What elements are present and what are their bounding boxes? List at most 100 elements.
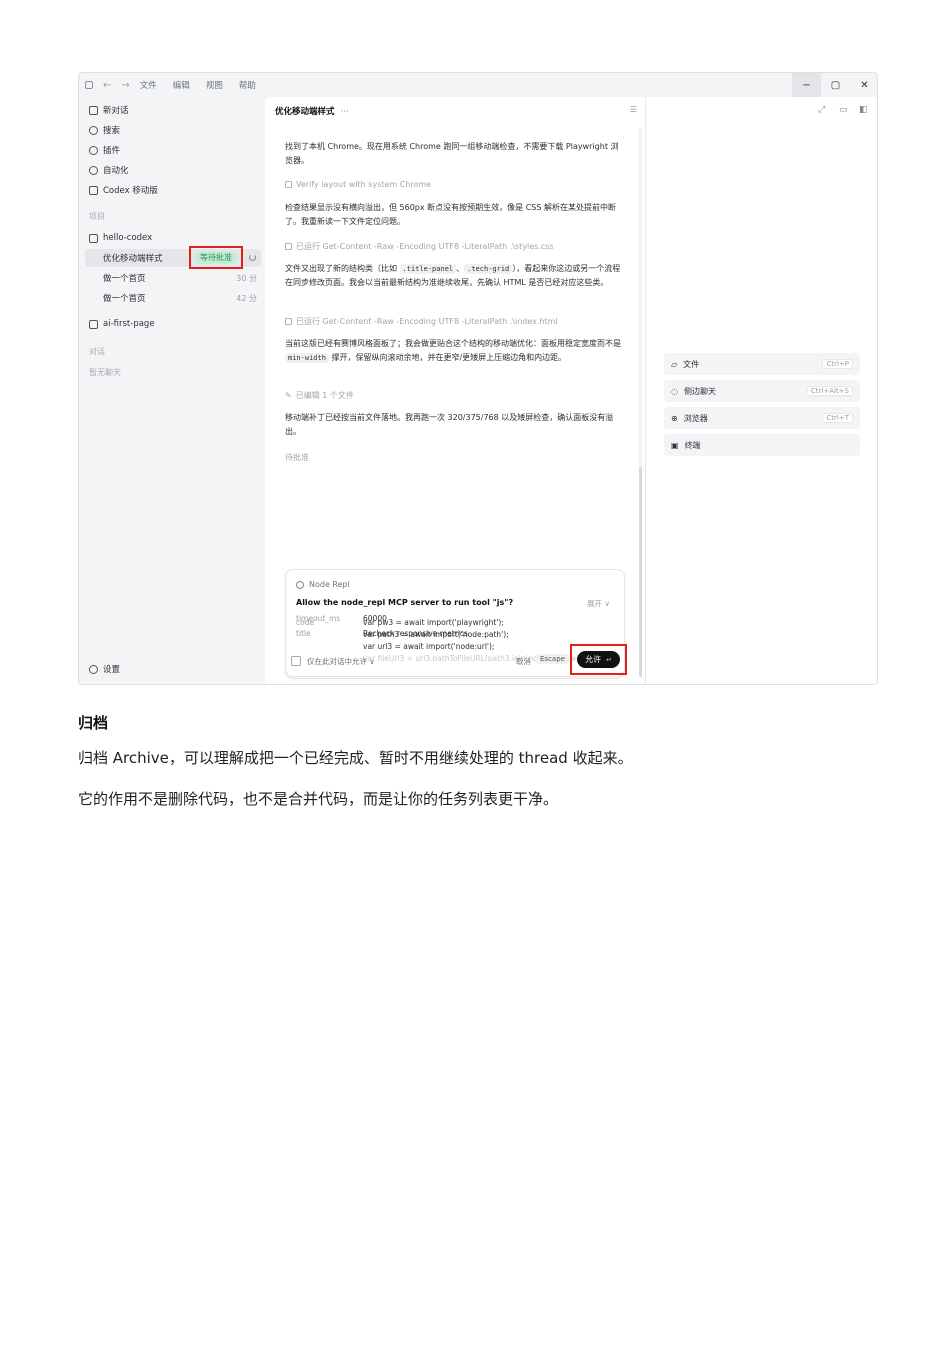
tool-call-label: 已运行 Get-Content -Raw -Encoding UTF8 -Lit…	[296, 317, 558, 326]
edit-icon	[89, 105, 98, 115]
thread-item[interactable]: 做一个首页 30 分	[85, 269, 261, 287]
tool-call[interactable]: Verify layout with system Chrome	[285, 180, 431, 189]
close-button[interactable]: ✕	[850, 73, 877, 97]
thread-age: 30 分	[236, 273, 257, 283]
app-screenshot: ← → 文件 编辑 视图 帮助 − ▢ ✕ 新对话 搜索 插件 自动化 Code…	[78, 72, 878, 685]
sidebar-item-label: Codex 移动版	[103, 186, 158, 196]
tool-call[interactable]: 已运行 Get-Content -Raw -Encoding UTF8 -Lit…	[285, 241, 554, 252]
folder-icon	[89, 319, 98, 329]
allow-button[interactable]: 允许 ↵	[577, 651, 620, 668]
timeout-label: timeout_ms	[296, 614, 341, 623]
title-value: Recheck responsive metrics	[363, 629, 468, 638]
right-panel: ⤢ ▭ ◧ ▱ 文件 Ctrl+P ◌ 侧边聊天 Ctrl+Alt+S ⊕ 浏览…	[646, 97, 877, 684]
shortcut-hint: Ctrl+P	[822, 359, 853, 369]
paragraph: 归档 Archive，可以理解成把一个已经完成、暂时不用继续处理的 thread…	[78, 749, 633, 767]
project-hello-codex[interactable]: hello-codex	[89, 230, 152, 246]
chat-scrollbar[interactable]	[639, 127, 642, 677]
approval-question: Allow the node_repl MCP server to run to…	[296, 598, 514, 607]
panel-item-label: 终端	[684, 440, 701, 450]
more-options-icon[interactable]: ···	[341, 107, 349, 117]
split-view-icon[interactable]: ◧	[859, 105, 868, 115]
assistant-message: 当前这版已经有赛博风格面板了；我会做更贴合这个结构的移动端优化：面板用稳定宽度而…	[285, 337, 625, 365]
assistant-message: 移动端补丁已经按当前文件落地。我再跑一次 320/375/768 以及矮屏检查，…	[285, 413, 614, 436]
panel-side-chat[interactable]: ◌ 侧边聊天 Ctrl+Alt+S	[664, 380, 860, 402]
chat-bubble-icon: ◌	[671, 386, 678, 396]
project-label: hello-codex	[103, 233, 153, 243]
terminal-icon	[285, 243, 292, 250]
allow-button-highlight: 允许 ↵	[570, 644, 627, 675]
title-bar: ← → 文件 编辑 视图 帮助 − ▢ ✕	[79, 73, 877, 97]
sidebar-item-label: 搜索	[103, 126, 121, 136]
no-chats-text: 暂无聊天	[89, 368, 121, 377]
thread-title: 优化移动端样式	[103, 254, 163, 264]
thread-item[interactable]: 做一个首页 42 分	[85, 289, 261, 307]
chats-label: 对话	[89, 347, 105, 356]
back-arrow-icon[interactable]: ←	[103, 80, 111, 91]
tool-call[interactable]: 已运行 Get-Content -Raw -Encoding UTF8 -Lit…	[285, 316, 558, 327]
minimize-button[interactable]: −	[792, 73, 821, 97]
panel-item-label: 侧边聊天	[683, 386, 716, 396]
search-icon	[89, 125, 98, 135]
inline-code: .title-panel	[399, 264, 457, 274]
menu-view[interactable]: 视图	[206, 79, 223, 91]
project-label: ai-first-page	[103, 319, 155, 329]
section-heading: 归档	[78, 714, 109, 732]
loading-spinner-icon	[249, 254, 256, 261]
allow-button-label: 允许	[585, 655, 602, 664]
settings-button[interactable]: 设置	[89, 661, 120, 677]
panel-browser[interactable]: ⊕ 浏览器 Ctrl+T	[664, 407, 860, 429]
chat-panel-icon[interactable]: ▭	[839, 105, 848, 115]
sidebar-item-label: 插件	[103, 146, 121, 156]
status-badge: 等待批准	[195, 251, 237, 264]
panel-terminal[interactable]: ▣ 终端	[664, 434, 860, 456]
sidebar: 新对话 搜索 插件 自动化 Codex 移动版 项目 hello-codex 优…	[79, 97, 265, 684]
sidebar-item-plugins[interactable]: 插件	[89, 142, 120, 158]
inline-code: min-width	[285, 353, 329, 363]
forward-arrow-icon[interactable]: →	[121, 80, 129, 91]
code-line: var url3 = await import('node:url');	[363, 642, 495, 651]
cancel-button[interactable]: 取消	[516, 656, 531, 667]
menu-help[interactable]: 帮助	[239, 79, 256, 91]
sidebar-item-new-chat[interactable]: 新对话	[89, 102, 129, 118]
thread-age: 42 分	[236, 293, 257, 303]
terminal-icon	[285, 181, 292, 188]
shortcut-hint: Ctrl+T	[822, 413, 853, 423]
inline-code: .tech-grid	[464, 264, 513, 274]
sidebar-item-codex-mobile[interactable]: Codex 移动版	[89, 182, 158, 198]
message-text: 当前这版已经有赛博风格面板了；我会做更贴合这个结构的移动端优化：面板用稳定宽度而…	[285, 339, 621, 348]
paragraph: 它的作用不是删除代码，也不是合并代码，而是让你的任务列表更干净。	[78, 790, 559, 808]
clock-icon	[89, 165, 98, 175]
panel-files[interactable]: ▱ 文件 Ctrl+P	[664, 353, 860, 375]
menu-edit[interactable]: 编辑	[173, 79, 190, 91]
sidebar-item-label: 新对话	[103, 106, 129, 116]
only-this-chat-label[interactable]: 仅在此对话中允许 ∨	[307, 656, 375, 667]
chat-title: 优化移动端样式	[275, 107, 335, 117]
folder-icon	[89, 233, 98, 243]
projects-label: 项目	[89, 212, 105, 221]
sidebar-toggle-icon[interactable]	[85, 81, 93, 89]
outline-icon[interactable]: ☰	[630, 105, 637, 114]
tool-call[interactable]: ✎ 已编辑 1 个文件	[285, 390, 354, 401]
message-text: 文件又出现了新的结构类（比如	[285, 264, 400, 273]
chat-panel: 优化移动端样式 ··· ☰ 找到了本机 Chrome。现在用系统 Chrome 跑…	[265, 97, 646, 684]
settings-label: 设置	[103, 665, 121, 675]
expand-button[interactable]: 展开 ∨	[587, 598, 610, 609]
pending-approval-highlight[interactable]: 等待批准	[189, 246, 243, 269]
project-ai-first-page[interactable]: ai-first-page	[89, 316, 155, 332]
sidebar-item-search[interactable]: 搜索	[89, 122, 120, 138]
assistant-message: 检查结果显示没有横向溢出，但 560px 断点没有按预期生效，像是 CSS 解析…	[285, 203, 616, 226]
sidebar-item-automation[interactable]: 自动化	[89, 162, 129, 178]
maximize-button[interactable]: ▢	[821, 73, 850, 97]
globe-icon: ⊕	[671, 413, 678, 423]
only-this-chat-checkbox[interactable]	[291, 656, 301, 666]
panel-item-label: 文件	[683, 359, 700, 369]
escape-key-hint: Escape	[536, 654, 569, 664]
expand-panel-icon[interactable]: ⤢	[818, 105, 825, 115]
approval-app: Node Repl	[296, 580, 350, 589]
enter-key-icon: ↵	[606, 655, 612, 664]
status-text: 待批准	[285, 453, 309, 462]
menu-file[interactable]: 文件	[140, 79, 157, 91]
thread-title: 做一个首页	[103, 294, 146, 304]
terminal-icon: ▣	[671, 440, 679, 450]
thread-title: 做一个首页	[103, 274, 146, 284]
